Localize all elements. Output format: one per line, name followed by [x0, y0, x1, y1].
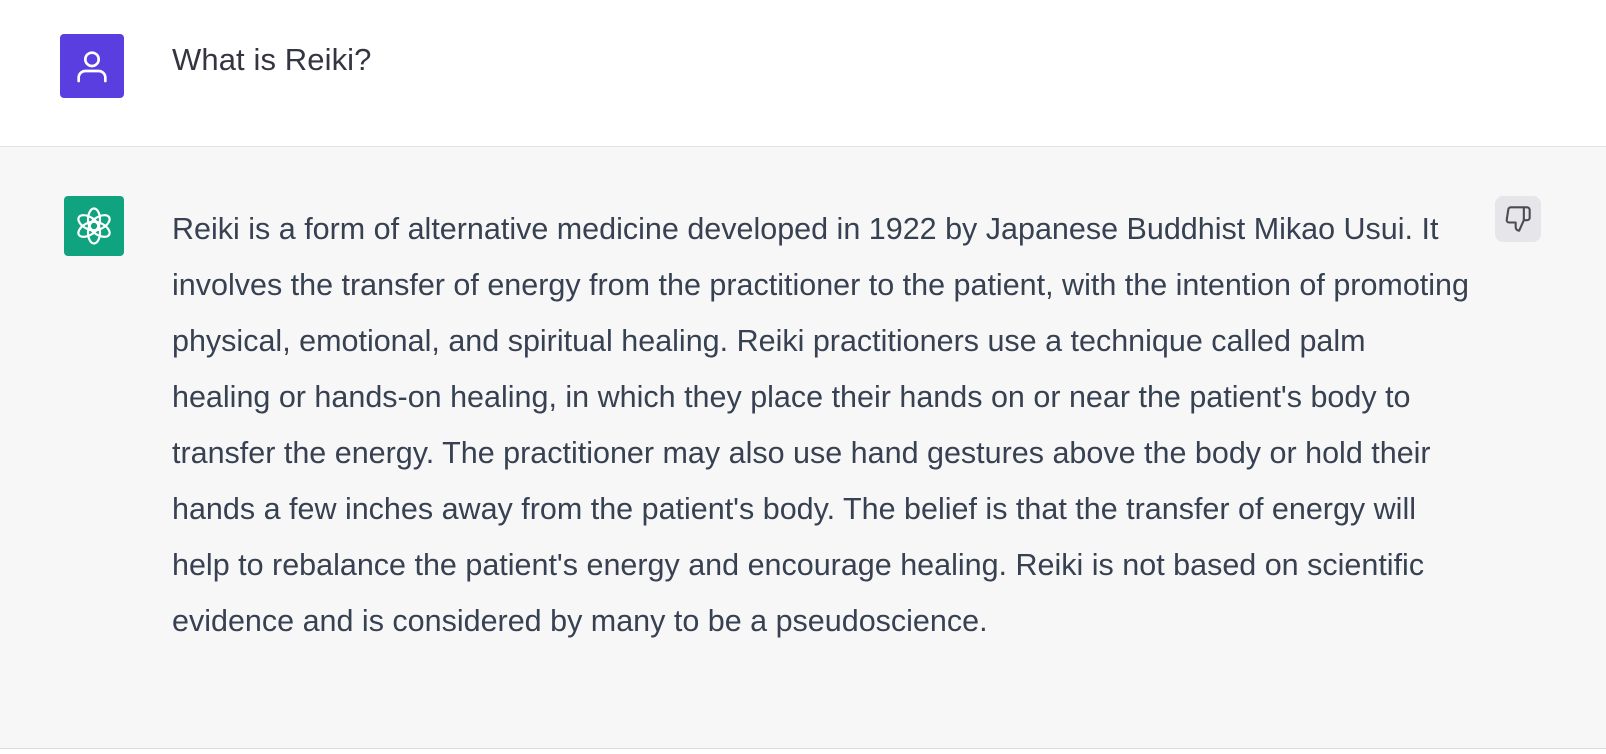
- user-message-row: What is Reiki?: [0, 0, 1606, 147]
- assistant-message-row: Reiki is a form of alternative medicine …: [0, 147, 1606, 749]
- openai-logo-icon: [77, 207, 111, 245]
- chat-page: What is Reiki? Reiki is a form of altern…: [0, 0, 1606, 754]
- assistant-avatar: [64, 196, 124, 256]
- thumbs-down-button[interactable]: [1495, 196, 1541, 242]
- user-avatar: [60, 34, 124, 98]
- thumbs-down-icon: [1505, 206, 1531, 232]
- user-icon: [77, 51, 107, 83]
- assistant-message-text: Reiki is a form of alternative medicine …: [172, 212, 1469, 638]
- user-message-text: What is Reiki?: [172, 42, 372, 77]
